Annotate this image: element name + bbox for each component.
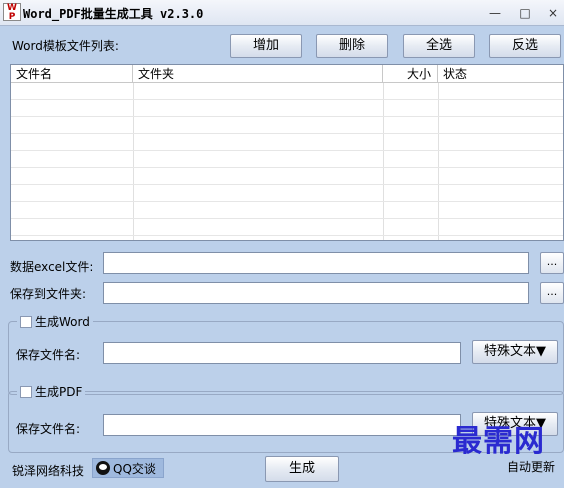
list-header: 文件名 文件夹 大小 状态 [11,65,563,83]
qq-chat-button[interactable]: QQ交谈 [92,458,164,478]
list-item[interactable] [11,151,563,168]
pdf-filename-field[interactable] [103,414,461,436]
main-panel: Word模板文件列表: 增加 删除 全选 反选 文件名 文件夹 大小 状态 数据… [0,26,564,488]
add-button[interactable]: 增加 [230,34,302,58]
pdf-group-title: 生成PDF [17,383,86,400]
list-item[interactable] [11,100,563,117]
logo-letter-bottom: P [8,12,16,22]
title-bar: W P Word_PDF批量生成工具 v2.3.0 — □ × [0,0,564,26]
company-name: 锐泽网络科技 [12,464,85,478]
qq-chat-label: QQ交谈 [113,461,156,476]
excel-browse-button[interactable]: ... [540,252,564,274]
word-special-text-button[interactable]: 特殊文本▼ [472,340,558,364]
list-item[interactable] [11,117,563,134]
qq-penguin-icon [96,461,110,475]
column-header-folder[interactable]: 文件夹 [133,65,383,83]
minimize-button[interactable]: — [486,5,504,21]
word-group-title: 生成Word [17,313,93,330]
pdf-filename-label: 保存文件名: [16,422,81,436]
auto-update-link[interactable]: 自动更新 [507,458,555,475]
generate-button[interactable]: 生成 [265,456,339,482]
excel-file-field[interactable] [103,252,529,274]
word-filename-field[interactable] [103,342,461,364]
maximize-button[interactable]: □ [516,5,534,21]
column-header-status[interactable]: 状态 [438,65,563,83]
delete-button[interactable]: 删除 [316,34,388,58]
save-folder-browse-button[interactable]: ... [540,282,564,304]
column-header-size[interactable]: 大小 [383,65,438,83]
generate-pdf-label[interactable]: 生成PDF [35,383,82,400]
generate-word-label[interactable]: 生成Word [35,313,90,330]
save-folder-field[interactable] [103,282,529,304]
generate-word-checkbox[interactable] [20,315,32,328]
invert-selection-button[interactable]: 反选 [489,34,561,58]
list-item[interactable] [11,168,563,185]
word-filename-label: 保存文件名: [16,348,81,362]
list-item[interactable] [11,185,563,202]
column-header-filename[interactable]: 文件名 [11,65,133,83]
watermark-logo: 最需网 [452,424,545,459]
list-item[interactable] [11,219,563,236]
list-item[interactable] [11,83,563,100]
list-item[interactable] [11,134,563,151]
save-folder-label: 保存到文件夹: [10,287,87,301]
close-button[interactable]: × [544,5,562,21]
generate-pdf-checkbox[interactable] [20,385,32,398]
template-file-list[interactable]: 文件名 文件夹 大小 状态 [10,64,564,241]
app-logo-icon: W P [3,3,21,22]
excel-file-label: 数据excel文件: [10,260,94,274]
select-all-button[interactable]: 全选 [403,34,475,58]
template-list-label: Word模板文件列表: [12,39,119,53]
list-item[interactable] [11,202,563,219]
list-rows [11,83,563,236]
window-title: Word_PDF批量生成工具 v2.3.0 [23,7,204,21]
